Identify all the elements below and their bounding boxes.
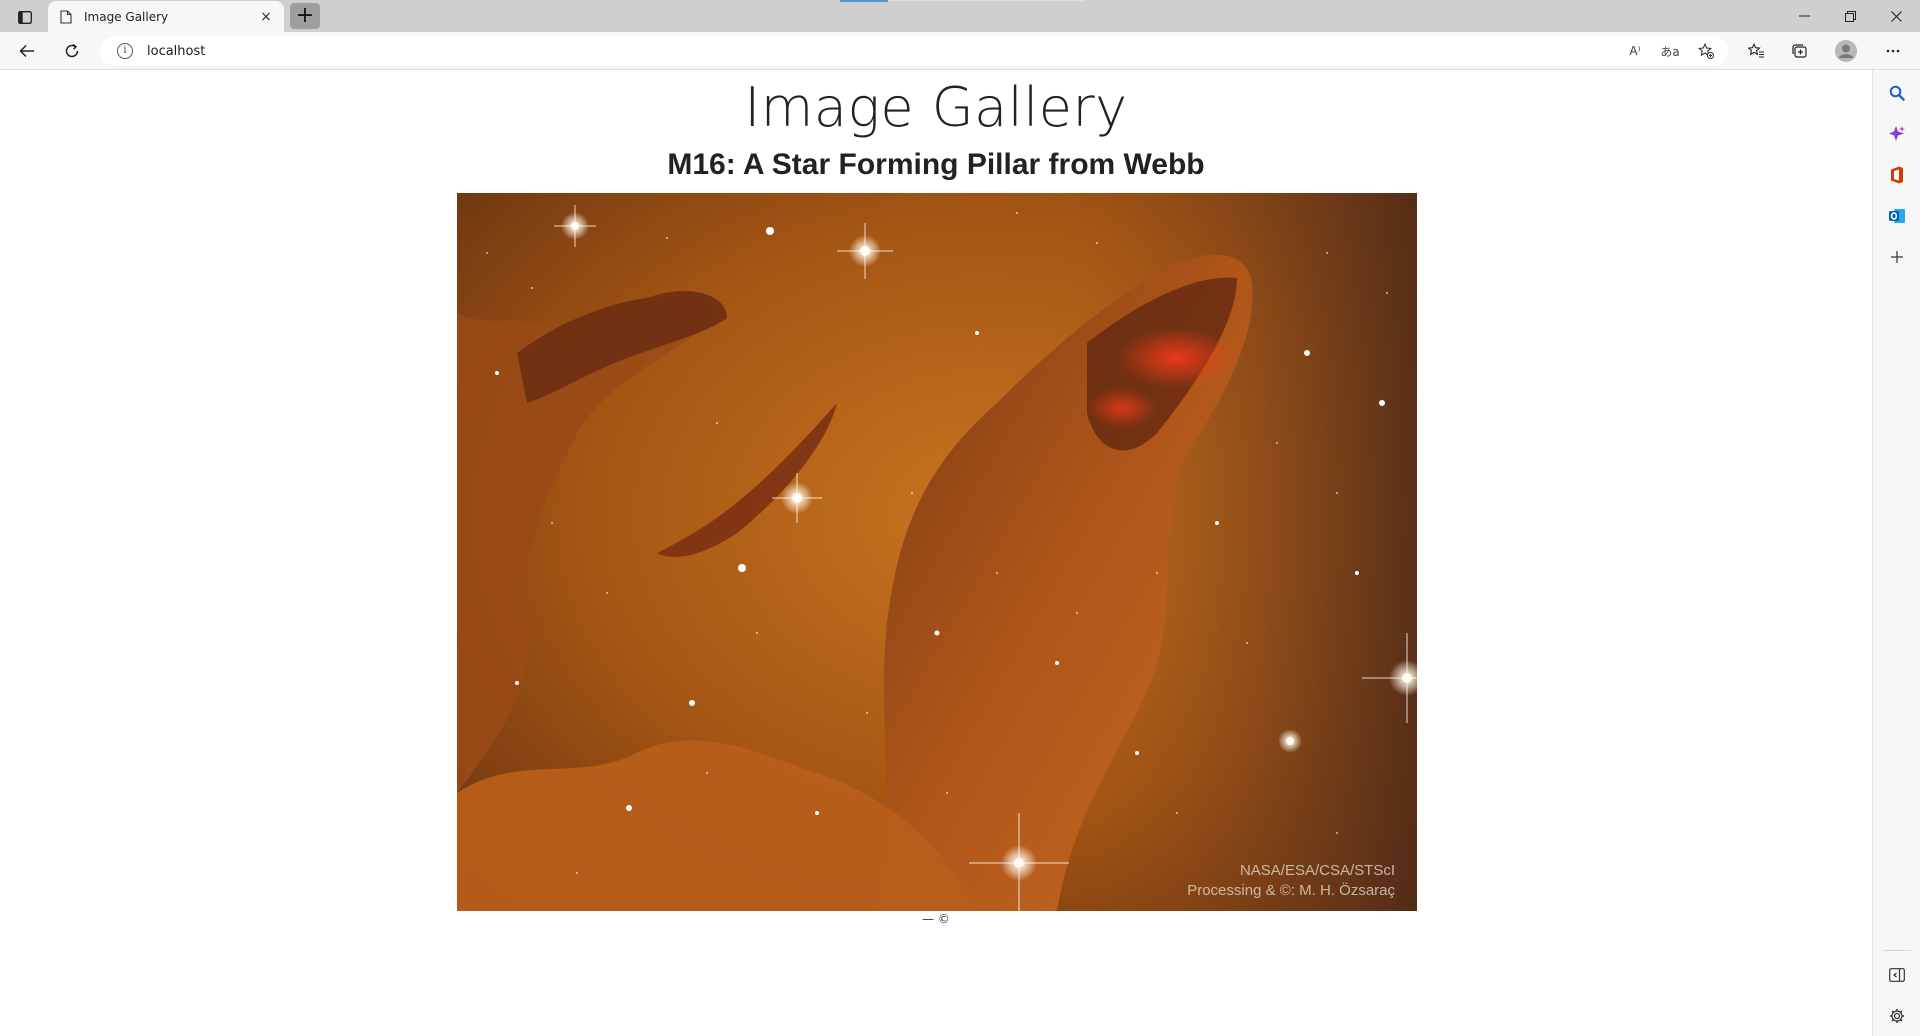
back-arrow-icon [19, 44, 34, 58]
image-title: M16: A Star Forming Pillar from Webb [667, 148, 1205, 181]
profile-button[interactable] [1831, 37, 1861, 65]
tab-actions-menu-button[interactable] [12, 6, 38, 28]
page-content: Image Gallery M16: A Star Forming Pillar… [0, 70, 1872, 1036]
outlook-icon [1889, 209, 1905, 223]
url-text[interactable]: localhost [147, 44, 205, 59]
close-icon [1890, 10, 1902, 22]
favorites-icon [1747, 43, 1764, 58]
sidebar-copilot-button[interactable] [1884, 121, 1910, 147]
tab-image-gallery[interactable]: Image Gallery × [48, 1, 284, 32]
office-icon [1891, 166, 1903, 184]
plus-icon [1891, 251, 1903, 263]
avatar-icon [1835, 40, 1857, 62]
new-tab-button[interactable]: + [290, 3, 320, 29]
translate-button[interactable]: あa [1655, 36, 1685, 66]
browser-toolbar: i localhost A⁾ あa [0, 32, 1920, 70]
site-info-icon[interactable]: i [117, 43, 133, 59]
minimize-button[interactable] [1781, 0, 1827, 32]
collections-icon [1791, 44, 1807, 58]
sidebar-settings-button[interactable] [1884, 1003, 1910, 1029]
read-aloud-icon: A⁾ [1629, 44, 1641, 58]
page-title: Image Gallery [744, 76, 1128, 139]
loading-indicator [840, 0, 888, 2]
collections-button[interactable] [1784, 37, 1814, 65]
loading-track [888, 0, 1084, 1]
favorites-button[interactable] [1741, 37, 1771, 65]
more-icon [1886, 49, 1900, 53]
sidebar-outlook-button[interactable] [1884, 203, 1910, 229]
read-aloud-button[interactable]: A⁾ [1620, 36, 1650, 66]
restore-button[interactable] [1827, 0, 1873, 32]
refresh-button[interactable] [57, 37, 87, 65]
image-caption: — © [922, 912, 950, 926]
search-icon [1889, 85, 1905, 101]
gallery-image[interactable]: NASA/ESA/CSA/STScI Processing & ©: M. H.… [457, 193, 1417, 911]
translate-icon: あa [1660, 44, 1680, 59]
sidebar-add-button[interactable] [1884, 244, 1910, 270]
sidebar-hide-button[interactable] [1884, 962, 1910, 988]
page-icon [58, 9, 74, 25]
tab-title: Image Gallery [84, 9, 169, 24]
nebula-image [457, 193, 1417, 911]
restore-icon [1844, 10, 1856, 22]
tab-actions-icon [18, 10, 32, 24]
sidebar-panel-icon [1889, 968, 1905, 982]
image-credit: NASA/ESA/CSA/STScI Processing & ©: M. H.… [1187, 861, 1395, 901]
gear-icon [1890, 1009, 1904, 1023]
copilot-sparkle-icon [1889, 126, 1905, 141]
sidebar-office-button[interactable] [1884, 162, 1910, 188]
add-favorite-button[interactable] [1691, 36, 1721, 66]
sidebar-divider [1883, 950, 1911, 951]
minimize-icon [1798, 15, 1810, 17]
image-credit-line2: Processing & ©: M. H. Özsaraç [1187, 882, 1395, 899]
sidebar-search-button[interactable] [1884, 80, 1910, 106]
address-bar[interactable]: i localhost A⁾ あa [100, 36, 1728, 66]
refresh-icon [65, 43, 79, 58]
star-add-icon [1698, 43, 1714, 59]
tab-close-button[interactable]: × [256, 7, 276, 27]
close-window-button[interactable] [1873, 0, 1919, 32]
back-button[interactable] [12, 37, 42, 65]
title-bar: Image Gallery × + [0, 0, 1920, 32]
settings-more-button[interactable] [1878, 37, 1908, 65]
edge-sidebar [1872, 70, 1920, 1036]
image-credit-line1: NASA/ESA/CSA/STScI [1239, 862, 1395, 879]
